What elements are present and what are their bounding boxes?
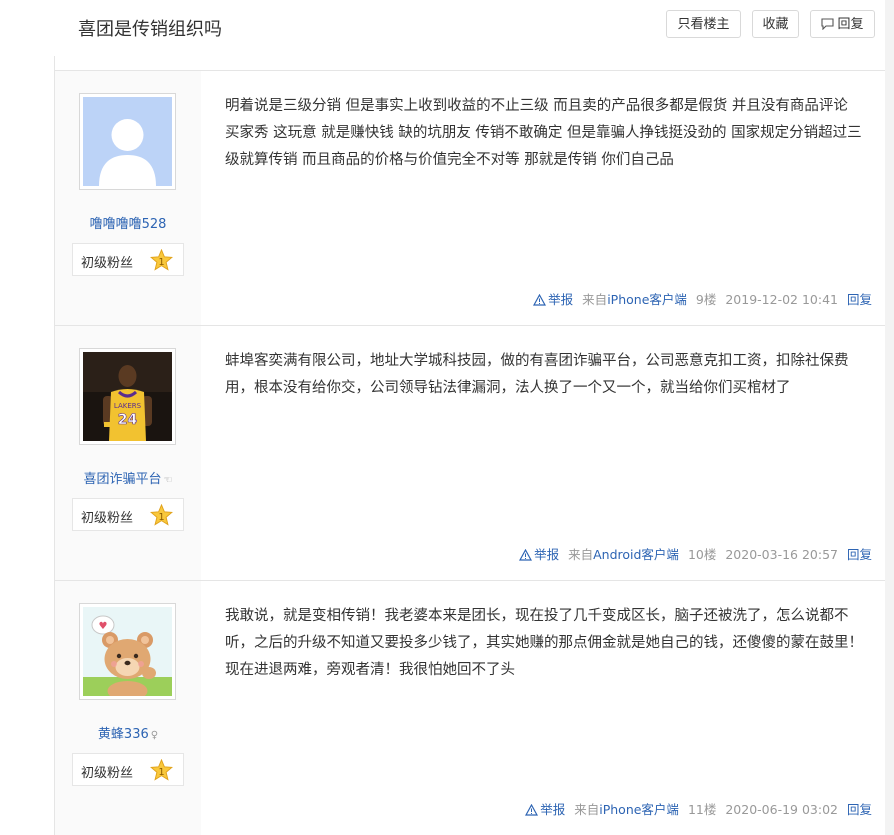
username-link[interactable]: 黄蜂336 ♀ — [55, 723, 201, 742]
level-label: 初级粉丝 — [81, 511, 134, 526]
svg-text:24: 24 — [118, 412, 138, 428]
client-link[interactable]: iPhone客户端 — [607, 292, 687, 307]
level-number: 1 — [158, 512, 164, 523]
username-text: 黄蜂336 — [97, 727, 149, 742]
report-link[interactable]: 举报 — [519, 547, 559, 562]
post-meta: 举报 来自iPhone客户端 11楼 2020-06-19 03:02 回复 — [525, 801, 872, 819]
report-link[interactable]: 举报 — [525, 802, 565, 817]
fan-level-badge[interactable]: 初级粉丝 1 — [72, 498, 184, 531]
post-floor-9: 噜噜噜噜528 初级粉丝 1 明着说是三级分销 但是事实上收到收益的不止三级 而… — [55, 71, 885, 326]
post-time: 2019-12-02 10:41 — [725, 292, 838, 307]
comment-icon — [821, 17, 835, 30]
avatar-frame[interactable] — [79, 93, 176, 190]
post-floor-10: LAKERS 24 喜团诈骗平台 ☜ 初级粉丝 1 蚌埠客奕满有限公司，地址大学城… — [55, 326, 885, 581]
client-prefix: 来自 — [582, 292, 608, 307]
report-label: 举报 — [540, 802, 566, 817]
level-number: 1 — [158, 257, 164, 268]
svg-text:♥: ♥ — [99, 621, 108, 632]
post-reply-link[interactable]: 回复 — [847, 292, 872, 307]
client-source: 来自iPhone客户端 — [574, 802, 679, 817]
favorite-button[interactable]: 收藏 — [752, 10, 799, 38]
client-prefix: 来自 — [574, 802, 600, 817]
username-text: 喜团诈骗平台 — [83, 472, 162, 487]
post-reply-link[interactable]: 回复 — [847, 802, 872, 817]
avatar-frame[interactable]: ♥ — [79, 603, 176, 700]
post-meta: 举报 来自Android客户端 10楼 2020-03-16 20:57 回复 — [519, 546, 872, 564]
floor-number: 9楼 — [695, 292, 717, 307]
reply-button-label: 回复 — [837, 17, 864, 32]
level-star-icon: 1 — [150, 504, 173, 526]
reply-button[interactable]: 回复 — [810, 10, 875, 38]
post-reply-link[interactable]: 回复 — [847, 547, 872, 562]
level-star-icon: 1 — [150, 759, 173, 781]
floor-number: 11楼 — [687, 802, 717, 817]
level-label: 初级粉丝 — [81, 766, 134, 781]
right-gutter — [885, 0, 894, 835]
warning-icon — [525, 803, 539, 816]
level-number: 1 — [158, 767, 164, 778]
report-label: 举报 — [534, 547, 560, 562]
post-meta: 举报 来自iPhone客户端 9楼 2019-12-02 10:41 回复 — [533, 291, 872, 309]
post-time: 2020-06-19 03:02 — [725, 802, 838, 817]
fan-level-badge[interactable]: 初级粉丝 1 — [72, 753, 184, 786]
client-source: 来自iPhone客户端 — [582, 292, 687, 307]
post-content: 蚌埠客奕满有限公司，地址大学城科技园，做的有喜团诈骗平台，公司恶意克扣工资，扣除… — [225, 353, 849, 396]
thread-header: 喜团是传销组织吗 只看楼主 收藏 回复 — [0, 0, 885, 56]
post-content: 明着说是三级分销 但是事实上收到收益的不止三级 而且卖的产品很多都是假货 并且没… — [225, 98, 862, 168]
warning-icon — [533, 293, 547, 306]
post-content: 我敢说，就是变相传销！我老婆本来是团长，现在投了几千变成区长，脑子还被洗了，怎么… — [225, 608, 863, 678]
client-source: 来自Android客户端 — [568, 547, 679, 562]
cartoon-bear-avatar-icon: ♥ — [83, 607, 172, 696]
svg-text:LAKERS: LAKERS — [114, 402, 142, 410]
warning-icon — [519, 548, 533, 561]
report-link[interactable]: 举报 — [533, 292, 573, 307]
thread-title: 喜团是传销组织吗 — [78, 19, 222, 40]
fan-level-badge[interactable]: 初级粉丝 1 — [72, 243, 184, 276]
client-link[interactable]: Android客户端 — [593, 547, 679, 562]
floor-number: 10楼 — [687, 547, 717, 562]
user-mark-icon: ☜ — [163, 475, 173, 486]
post-floor-11: ♥ 黄蜂336 ♀ 初级粉丝 1 我敢说，就是变相传销！我老婆本来是团长，现在投了… — [55, 581, 885, 835]
client-link[interactable]: iPhone客户端 — [599, 802, 679, 817]
avatar-frame[interactable]: LAKERS 24 — [79, 348, 176, 445]
only-op-button[interactable]: 只看楼主 — [666, 10, 741, 38]
username-text: 噜噜噜噜528 — [89, 217, 167, 232]
post-time: 2020-03-16 20:57 — [725, 547, 838, 562]
client-prefix: 来自 — [568, 547, 594, 562]
gender-icon: ♀ — [150, 730, 159, 741]
default-avatar-icon — [83, 97, 172, 186]
level-label: 初级粉丝 — [81, 256, 134, 271]
level-star-icon: 1 — [150, 249, 173, 271]
report-label: 举报 — [548, 292, 574, 307]
basketball-player-avatar-icon: LAKERS 24 — [83, 352, 172, 441]
username-link[interactable]: 喜团诈骗平台 ☜ — [55, 468, 201, 487]
username-link[interactable]: 噜噜噜噜528 — [55, 213, 201, 232]
